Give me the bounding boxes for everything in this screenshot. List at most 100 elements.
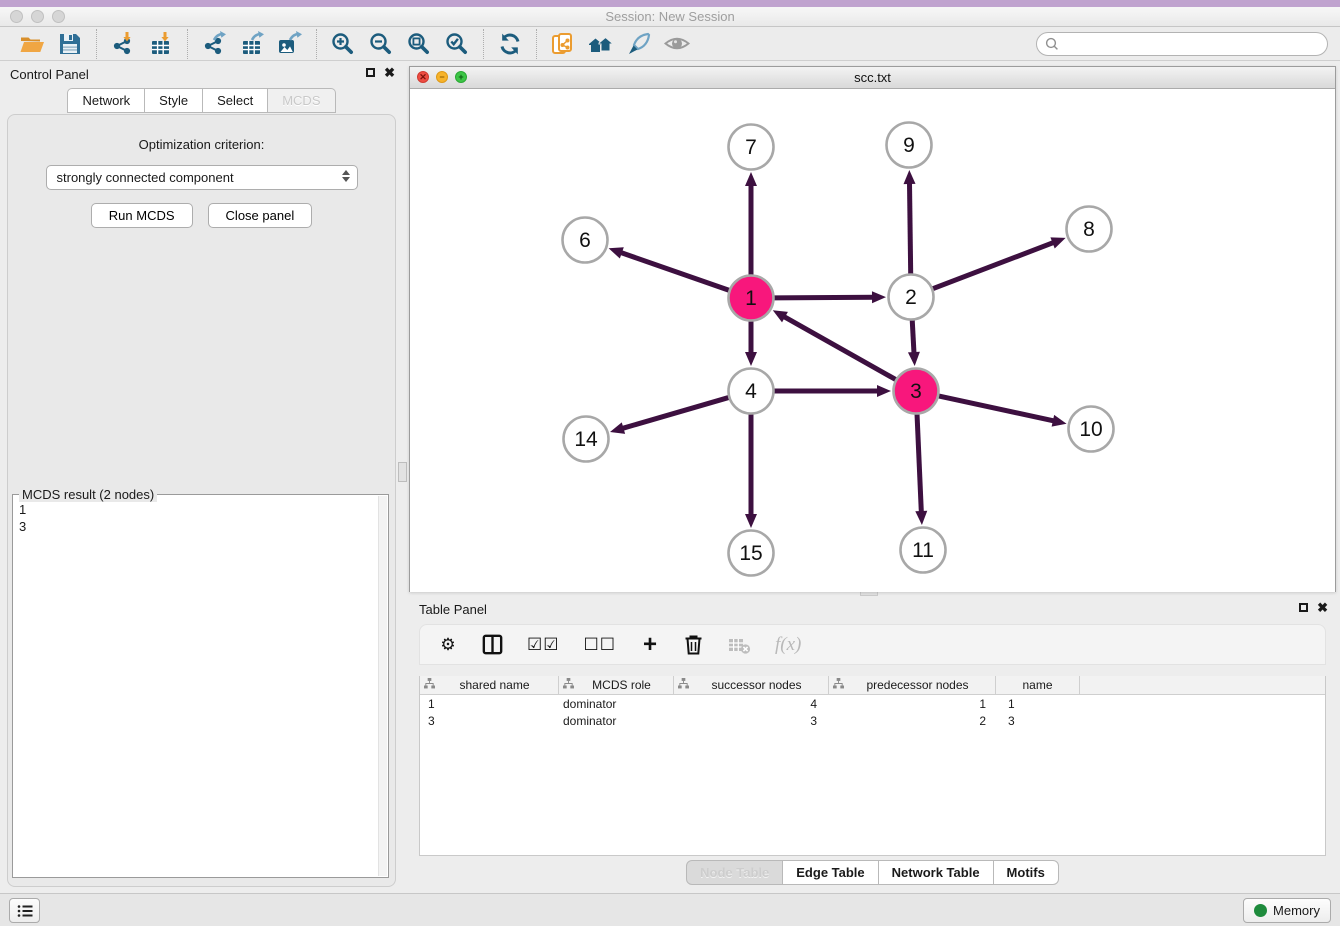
- graph-edge-1-2[interactable]: [774, 291, 886, 303]
- clone-network-icon[interactable]: [547, 30, 579, 58]
- delete-row-icon[interactable]: [684, 634, 704, 655]
- export-image-icon[interactable]: [274, 30, 306, 58]
- tab-style[interactable]: Style: [145, 88, 203, 113]
- graph-edge-1-4[interactable]: [745, 321, 757, 366]
- close-panel-button[interactable]: Close panel: [208, 203, 313, 228]
- graph-node-7[interactable]: 7: [729, 125, 774, 170]
- show-columns-icon[interactable]: [482, 634, 503, 655]
- hierarchy-icon: [563, 678, 574, 692]
- save-session-icon[interactable]: [54, 30, 86, 58]
- graph-edge-2-3[interactable]: [908, 320, 920, 366]
- column-header-name[interactable]: name: [996, 676, 1080, 694]
- graph-node-10[interactable]: 10: [1069, 407, 1114, 452]
- select-all-icon[interactable]: ☑☑: [527, 635, 559, 655]
- graph-edge-1-7[interactable]: [745, 172, 757, 275]
- tab-node-table[interactable]: Node Table: [686, 860, 783, 885]
- import-network-icon[interactable]: [107, 30, 139, 58]
- cell[interactable]: dominator: [559, 695, 674, 712]
- column-header-shared-name[interactable]: shared name: [420, 676, 559, 694]
- graph-node-4[interactable]: 4: [729, 369, 774, 414]
- criterion-dropdown[interactable]: strongly connected component: [46, 165, 358, 190]
- deselect-all-icon[interactable]: ☐☐: [583, 635, 615, 655]
- zoom-fit-icon[interactable]: [403, 30, 435, 58]
- graph-node-2[interactable]: 2: [889, 275, 934, 320]
- search-input[interactable]: [1036, 32, 1328, 56]
- graph-node-6[interactable]: 6: [563, 218, 608, 263]
- svg-text:2: 2: [905, 286, 917, 309]
- mcds-result-scrollbar[interactable]: [378, 496, 387, 876]
- cell[interactable]: 2: [829, 712, 996, 729]
- window-title: Session: New Session: [0, 9, 1340, 24]
- graph-node-8[interactable]: 8: [1067, 207, 1112, 252]
- graph-edge-3-10[interactable]: [938, 396, 1066, 427]
- task-history-button[interactable]: [9, 898, 40, 923]
- close-panel-icon[interactable]: ✖: [384, 67, 395, 78]
- network-window-titlebar[interactable]: ✕ − + scc.txt: [410, 67, 1335, 89]
- graph-edge-2-9[interactable]: [904, 170, 916, 274]
- toolbar-group: [483, 29, 536, 59]
- tab-edge-table[interactable]: Edge Table: [783, 860, 878, 885]
- apply-style-icon[interactable]: [623, 30, 655, 58]
- cell[interactable]: 3: [674, 712, 829, 729]
- home-icon[interactable]: [585, 30, 617, 58]
- graph-node-15[interactable]: 15: [729, 531, 774, 576]
- table-row[interactable]: 3dominator323: [420, 712, 1325, 729]
- tab-network[interactable]: Network: [67, 88, 145, 113]
- cell[interactable]: 3: [996, 712, 1080, 729]
- export-network-icon[interactable]: [198, 30, 230, 58]
- table-options-icon[interactable]: ⚙: [438, 635, 458, 655]
- graph-node-14[interactable]: 14: [564, 417, 609, 462]
- graph-node-1[interactable]: 1: [729, 276, 774, 321]
- dropdown-stepper-icon: [342, 170, 350, 182]
- show-hide-icon[interactable]: [661, 30, 693, 58]
- run-mcds-button[interactable]: Run MCDS: [91, 203, 193, 228]
- memory-status-icon: [1254, 904, 1267, 917]
- add-row-icon[interactable]: +: [640, 636, 660, 654]
- mcds-result-text[interactable]: 1 3: [13, 497, 378, 877]
- graph-edge-3-11[interactable]: [915, 414, 927, 525]
- control-panel: Control Panel ✖ NetworkStyleSelectMCDS O…: [0, 61, 403, 893]
- vertical-splitter-grip[interactable]: [398, 462, 407, 482]
- graph-node-11[interactable]: 11: [901, 528, 946, 573]
- memory-label: Memory: [1273, 903, 1320, 918]
- graph-edge-4-14[interactable]: [610, 397, 729, 433]
- memory-button[interactable]: Memory: [1243, 898, 1331, 923]
- cell[interactable]: 3: [420, 712, 559, 729]
- refresh-icon[interactable]: [494, 30, 526, 58]
- table-row[interactable]: 1dominator411: [420, 695, 1325, 712]
- tab-mcds[interactable]: MCDS: [268, 88, 335, 113]
- graph-edge-1-6[interactable]: [609, 247, 730, 290]
- import-table-icon[interactable]: [145, 30, 177, 58]
- network-canvas[interactable]: 1 2 3 4 6 7 8 9 10 11 14 15: [410, 89, 1335, 592]
- graph-edge-4-15[interactable]: [745, 414, 757, 528]
- zoom-in-icon[interactable]: [327, 30, 359, 58]
- svg-text:14: 14: [574, 428, 598, 451]
- zoom-out-icon[interactable]: [365, 30, 397, 58]
- tab-network-table[interactable]: Network Table: [879, 860, 994, 885]
- graph-edge-4-3[interactable]: [774, 385, 891, 397]
- close-table-panel-icon[interactable]: ✖: [1317, 602, 1328, 613]
- cell[interactable]: 1: [420, 695, 559, 712]
- zoom-selected-icon[interactable]: [441, 30, 473, 58]
- cell[interactable]: dominator: [559, 712, 674, 729]
- main-toolbar: [0, 27, 1340, 61]
- cell[interactable]: 1: [829, 695, 996, 712]
- optimization-criterion-label: Optimization criterion:: [8, 137, 395, 152]
- graph-node-3[interactable]: 3: [894, 369, 939, 414]
- tab-motifs[interactable]: Motifs: [994, 860, 1059, 885]
- float-table-panel-icon[interactable]: [1299, 603, 1308, 612]
- column-header-mcds-role[interactable]: MCDS role: [559, 676, 674, 694]
- export-table-icon[interactable]: [236, 30, 268, 58]
- tab-select[interactable]: Select: [203, 88, 268, 113]
- column-header-successor-nodes[interactable]: successor nodes: [674, 676, 829, 694]
- toolbar-group: [96, 29, 187, 59]
- graph-node-9[interactable]: 9: [887, 123, 932, 168]
- open-session-icon[interactable]: [16, 30, 48, 58]
- graph-edge-2-8[interactable]: [932, 237, 1065, 288]
- graph-edge-3-1[interactable]: [773, 310, 896, 379]
- cell[interactable]: 1: [996, 695, 1080, 712]
- network-window-title: scc.txt: [410, 70, 1335, 85]
- column-header-predecessor-nodes[interactable]: predecessor nodes: [829, 676, 996, 694]
- cell[interactable]: 4: [674, 695, 829, 712]
- float-panel-icon[interactable]: [366, 68, 375, 77]
